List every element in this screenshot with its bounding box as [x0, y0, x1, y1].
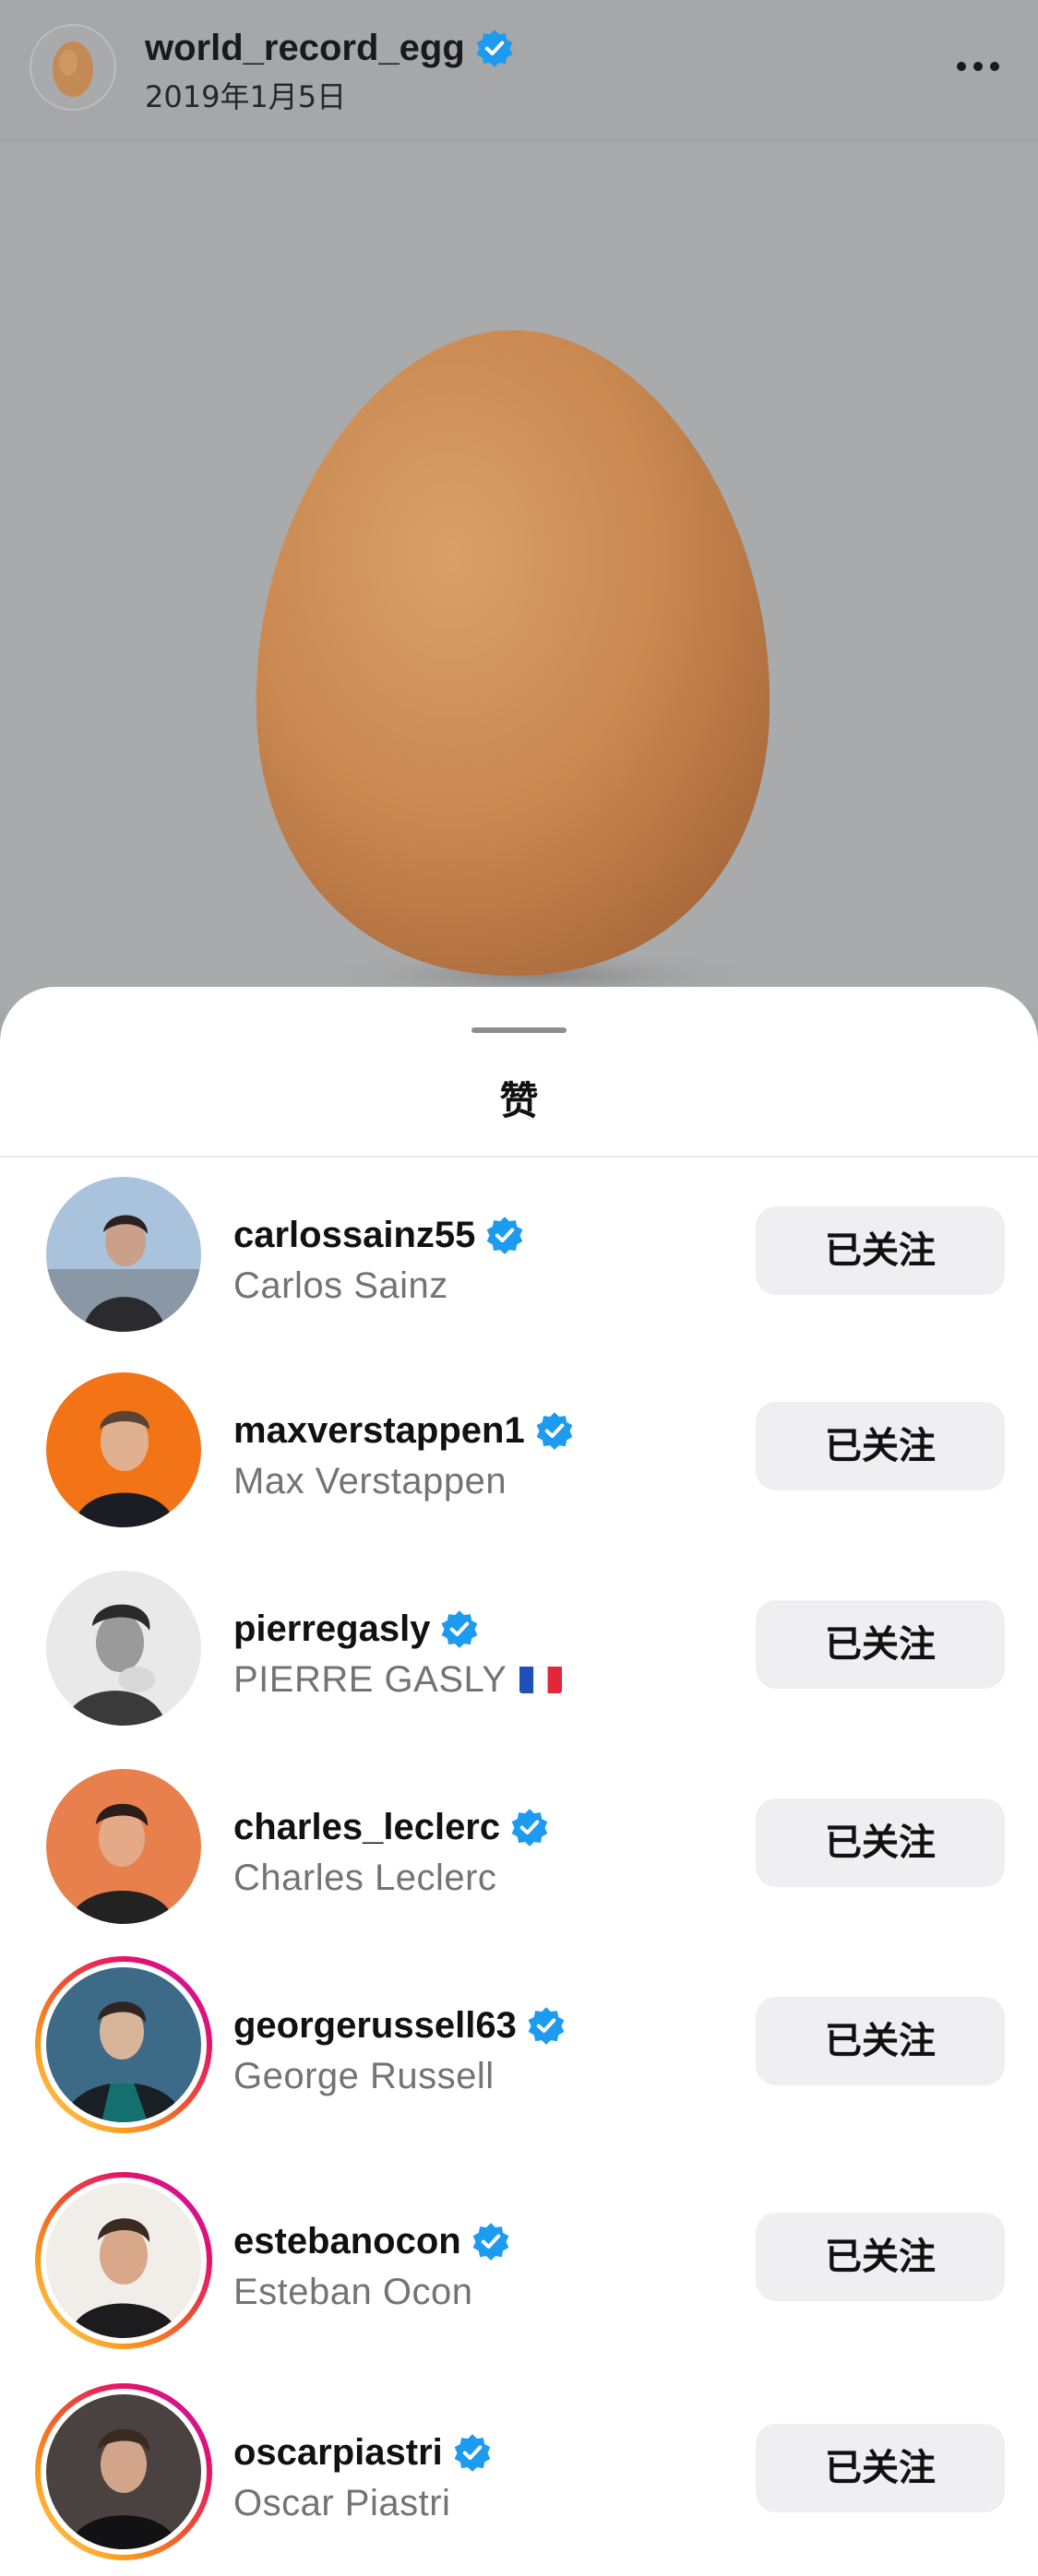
username[interactable]: maxverstappen1 — [233, 1410, 525, 1452]
username[interactable]: estebanocon — [233, 2221, 461, 2262]
avatar[interactable] — [46, 1769, 201, 1924]
verified-badge-icon — [476, 30, 513, 67]
full-name: Carlos Sainz — [233, 1265, 448, 1306]
list-item[interactable]: pierregasly PIERRE GASLY 已关注 — [0, 1556, 1038, 1740]
verified-badge-icon — [454, 2434, 491, 2472]
list-item[interactable]: georgerussell63 George Russell 已关注 — [0, 1953, 1038, 2137]
avatar[interactable] — [46, 2394, 201, 2549]
full-name-line: PIERRE GASLY — [233, 1659, 563, 1701]
username-line: maxverstappen1 — [233, 1404, 575, 1457]
verified-badge-icon — [511, 1809, 548, 1846]
username-line: georgerussell63 — [233, 1999, 567, 2052]
full-name: Oscar Piastri — [233, 2483, 451, 2523]
post-photo[interactable] — [0, 141, 1038, 1008]
full-name: Charles Leclerc — [233, 1858, 497, 1898]
avatar[interactable] — [46, 1177, 201, 1332]
following-button[interactable]: 已关注 — [756, 1402, 1005, 1490]
following-button[interactable]: 已关注 — [756, 1600, 1005, 1689]
following-button[interactable]: 已关注 — [756, 2424, 1005, 2512]
username[interactable]: georgerussell63 — [233, 2005, 517, 2047]
username-line: carlossainz55 — [233, 1208, 525, 1262]
full-name: Esteban Ocon — [233, 2272, 473, 2312]
username[interactable]: carlossainz55 — [233, 1215, 475, 1256]
full-name: George Russell — [233, 2056, 495, 2096]
story-ring[interactable] — [35, 2172, 212, 2349]
following-button[interactable]: 已关注 — [756, 1798, 1005, 1887]
username[interactable]: pierregasly — [233, 1609, 430, 1650]
list-item[interactable]: maxverstappen1 Max Verstappen 已关注 — [0, 1358, 1038, 1542]
egg-shape — [256, 330, 770, 976]
avatar-frame — [35, 1166, 212, 1343]
avatar-frame — [35, 1758, 212, 1935]
avatar[interactable] — [46, 1571, 201, 1726]
divider — [0, 1156, 1038, 1157]
list-item[interactable]: oscarpiastri Oscar Piastri 已关注 — [0, 2380, 1038, 2564]
verified-badge-icon — [472, 2223, 509, 2261]
avatar[interactable] — [46, 2183, 201, 2338]
avatar[interactable] — [46, 1372, 201, 1527]
post-header: world_record_egg 2019年1月5日 — [0, 0, 1038, 141]
username-line: pierregasly — [233, 1602, 480, 1656]
list-item[interactable]: charles_leclerc Charles Leclerc 已关注 — [0, 1754, 1038, 1939]
username-line: oscarpiastri — [233, 2426, 493, 2479]
following-button[interactable]: 已关注 — [756, 2213, 1005, 2301]
avatar-frame — [35, 1361, 212, 1538]
post-author-avatar[interactable] — [30, 24, 116, 111]
verified-badge-icon — [536, 1412, 573, 1450]
story-ring[interactable] — [35, 2383, 212, 2560]
username[interactable]: oscarpiastri — [233, 2432, 443, 2474]
flag-france-icon — [519, 1664, 563, 1693]
sheet-grabber[interactable] — [471, 1027, 567, 1033]
more-horizontal-icon[interactable] — [950, 46, 1006, 87]
sheet-title: 赞 — [499, 1078, 539, 1123]
verified-badge-icon — [528, 2007, 565, 2045]
list-item[interactable]: carlossainz55 Carlos Sainz 已关注 — [0, 1162, 1038, 1347]
likes-sheet: 赞 carlossainz55 Carlos Sainz 已关注 maxvers… — [0, 987, 1038, 2576]
post-username[interactable]: world_record_egg — [145, 28, 465, 69]
username-line: charles_leclerc — [233, 1800, 550, 1854]
username-line: estebanocon — [233, 2214, 511, 2268]
username[interactable]: charles_leclerc — [233, 1807, 500, 1848]
story-ring[interactable] — [35, 1956, 212, 2133]
full-name: PIERRE GASLY — [233, 1659, 507, 1700]
post-date: 2019年1月5日 — [145, 79, 347, 114]
avatar[interactable] — [46, 1967, 201, 2122]
post-username-line[interactable]: world_record_egg — [145, 22, 515, 74]
full-name: Max Verstappen — [233, 1461, 507, 1502]
following-button[interactable]: 已关注 — [756, 1206, 1005, 1295]
avatar-frame — [35, 1560, 212, 1737]
list-item[interactable]: estebanocon Esteban Ocon 已关注 — [0, 2168, 1038, 2353]
verified-badge-icon — [487, 1217, 523, 1254]
verified-badge-icon — [442, 1610, 478, 1648]
following-button[interactable]: 已关注 — [756, 1997, 1005, 2085]
